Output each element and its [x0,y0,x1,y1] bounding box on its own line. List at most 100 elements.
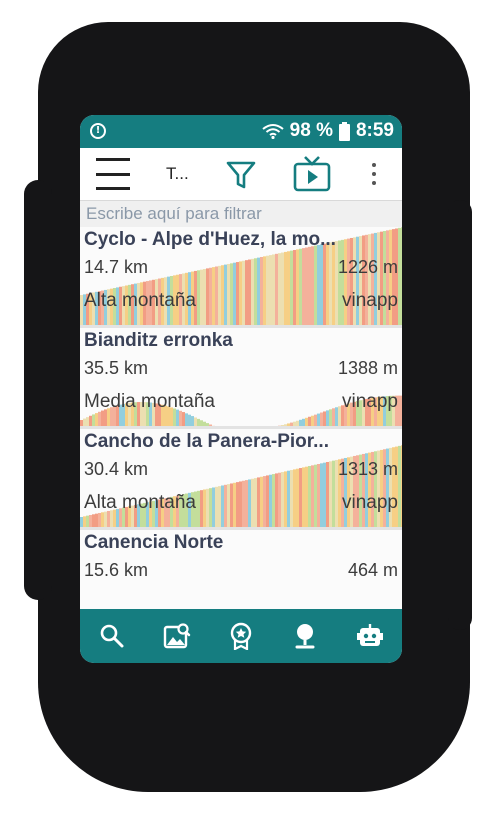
profile-segment [287,470,290,527]
profile-segment [308,416,311,426]
profile-segment [299,468,302,527]
profile-segment [266,475,269,527]
profile-segment [290,422,293,426]
profile-segment [338,240,341,325]
menu-icon-bar [96,172,130,176]
profile-segment [233,262,236,325]
filter-input[interactable] [80,201,402,227]
profile-segment [92,414,95,426]
more-options-button[interactable] [364,156,384,192]
profile-segment [272,254,275,325]
menu-button[interactable] [94,158,132,190]
route-category: Media montaña [84,391,215,412]
profile-segment [212,487,215,527]
search-icon [100,624,124,648]
profile-segment [245,260,248,325]
profile-segment [317,244,320,325]
profile-segment [266,255,269,325]
route-distance: 35.5 km [84,358,149,378]
profile-segment [203,489,206,527]
profile-segment [233,482,236,527]
profile-segment [281,472,284,527]
image-search-button[interactable] [157,616,197,656]
bottom-nav [80,609,402,663]
route-item[interactable]: Cyclo - Alpe d'Huez, la mo... 14.7 km 12… [80,227,402,328]
profile-segment [398,445,401,527]
profile-segment [290,250,293,325]
route-category: Alta montaña [84,492,196,513]
toolbar: T... [80,148,402,201]
profile-segment [278,472,281,527]
status-bar: ! 98 % 8:59 [80,115,402,148]
profile-segment [83,516,86,527]
profile-segment [224,264,227,325]
profile-segment [332,460,335,527]
profile-segment [83,418,86,426]
profile-segment [314,414,317,426]
route-item[interactable]: Bianditz erronka 35.5 km 1388 m Media mo… [80,328,402,429]
profile-segment [281,252,284,325]
profile-segment [275,253,278,325]
route-category: Alta montaña [84,290,196,311]
tv-button[interactable] [292,154,332,194]
profile-segment [185,413,188,426]
profile-segment [287,423,290,426]
route-distance: 15.6 km [84,560,149,580]
profile-segment [236,482,239,527]
dot-icon [372,163,376,167]
profile-segment [302,248,305,325]
profile-segment [242,480,245,527]
award-button[interactable] [221,616,261,656]
profile-segment [221,265,224,325]
profile-segment [314,464,317,527]
profile-segment [269,474,272,527]
profile-segment [311,415,314,426]
profile-segment [203,269,206,325]
profile-segment [296,249,299,325]
profile-segment [329,409,332,426]
profile-segment [182,412,185,426]
map-pin-button[interactable] [285,616,325,656]
profile-segment [326,243,329,325]
profile-segment [221,485,224,527]
profile-segment [209,488,212,527]
search-button[interactable] [92,616,132,656]
profile-segment [80,517,83,527]
page-title: T... [166,164,189,183]
profile-segment [305,247,308,325]
profile-segment [401,445,402,527]
profile-segment [338,406,341,426]
route-source: vinapp [342,492,398,513]
profile-segment [281,425,284,426]
map-pin-icon [295,624,315,649]
route-source: vinapp [342,290,398,311]
profile-segment [308,246,311,325]
profile-segment [263,256,266,325]
profile-segment [293,250,296,325]
profile-segment [218,265,221,325]
robot-button[interactable] [350,616,390,656]
profile-segment [284,424,287,426]
route-item[interactable]: Cancho de la Panera-Pior... 30.4 km 1313… [80,429,402,530]
profile-segment [332,408,335,426]
filter-button[interactable] [224,158,258,192]
profile-segment [188,414,191,426]
profile-segment [98,512,101,527]
profile-segment [293,469,296,527]
route-list[interactable]: Cyclo - Alpe d'Huez, la mo... 14.7 km 12… [80,227,402,609]
profile-segment [86,515,89,527]
profile-segment [191,416,194,426]
profile-segment [317,464,320,527]
profile-segment [311,246,314,325]
wifi-icon [262,123,284,139]
profile-segment [224,484,227,527]
profile-segment [308,466,311,527]
route-item[interactable]: Canencia Norte 15.6 km 464 m [80,530,402,609]
profile-segment [236,262,239,325]
profile-segment [401,227,402,325]
profile-segment [257,477,260,527]
profile-segment [326,461,329,527]
profile-segment [347,238,350,325]
profile-segment [203,421,206,426]
profile-segment [272,474,275,527]
